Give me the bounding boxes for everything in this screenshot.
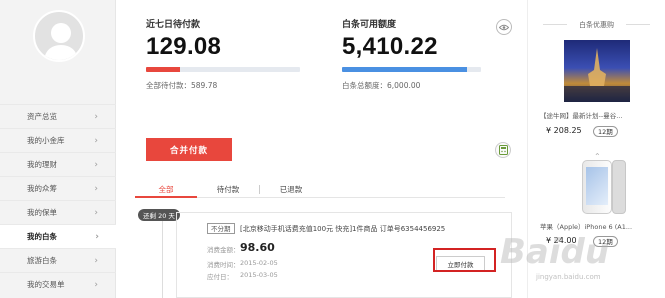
sidebar-item-label: 我的保单 [27,208,57,217]
avatar[interactable] [33,10,85,62]
order-card: 不分期 [北京移动手机话费充值100元 快充]1件商品 订单号635445692… [176,212,512,298]
calculator-icon[interactable] [495,142,511,158]
due-label: 应付日： [207,273,233,281]
sidebar-item-label: 旅游白条 [27,256,57,265]
sidebar-nav: 资产总览 › 我的小金库 › 我的理财 › 我的众筹 › 我的保单 › 我的白条 › 旅游白… [0,104,117,296]
sidebar-item-vault[interactable]: 我的小金库 › [0,128,116,152]
chevron-right-icon: › [94,207,98,218]
pending-progress-bar [146,67,300,72]
tab-all[interactable]: 全部 [135,180,197,198]
due-date: 2015-03-05 [240,271,278,279]
baidu-watermark: Baidu [500,232,610,272]
credit-summary: 白条可用额度 5,410.22 [342,17,438,61]
product-image-iphone-side [612,160,626,214]
chevron-right-icon: › [94,255,98,266]
merge-pay-button[interactable]: 合并付款 [146,138,232,161]
sidebar-item-crowdfunding[interactable]: 我的众筹 › [0,176,116,200]
product-title[interactable]: 苹果（Apple）iPhone 6 (A1... [540,221,660,231]
chevron-right-icon: › [94,135,98,146]
sidebar-item-finance[interactable]: 我的理财 › [0,152,116,176]
pending-payment-value: 129.08 [146,33,222,60]
credit-value: 5,410.22 [342,33,438,60]
product-image-iphone[interactable] [582,160,612,214]
total-pending-text: 全部待付款：589.78 [146,81,218,90]
chevron-right-icon: › [94,183,98,194]
pay-now-button[interactable]: 立即付款 [436,256,485,271]
sidebar-item-label: 我的理财 [27,160,57,169]
product-price: ¥ 208.25 [546,126,582,135]
credit-label: 白条可用额度 [342,20,397,30]
order-description[interactable]: [北京移动手机话费充值100元 快充]1件商品 订单号6354456925 [240,224,445,234]
sidebar: 资产总览 › 我的小金库 › 我的理财 › 我的众筹 › 我的保单 › 我的白条 › 旅游白… [0,0,117,298]
pending-payment-label: 近七日待付款 [146,20,201,30]
credit-progress-fill [342,67,468,72]
days-left-badge: 还剩 20 天 [138,209,180,221]
product-title[interactable]: 【途牛网】最新计划--曼谷... [540,110,660,120]
timeline-line [162,218,163,298]
sidebar-item-baitiao[interactable]: 我的白条 › [0,224,117,248]
chevron-right-icon: › [94,159,98,170]
user-silhouette-icon [43,23,79,60]
sidebar-item-label: 我的小金库 [27,136,65,145]
pending-payment-summary: 近七日待付款 129.08 [146,17,221,61]
sidebar-item-travel-baitiao[interactable]: 旅游白条 › [0,248,116,272]
sidebar-item-policy[interactable]: 我的保单 › [0,200,116,224]
eye-icon[interactable] [496,19,512,35]
promo-title: 白条优惠购 [528,20,665,30]
sidebar-item-label: 我的白条 [27,232,57,241]
chevron-right-icon: › [94,279,98,290]
tab-refunded[interactable]: 已退款 [260,180,322,197]
installment-period-badge: 12期 [593,126,618,137]
main-content: 近七日待付款 129.08 全部待付款：589.78 白条可用额度 5,410.… [116,0,526,298]
sidebar-item-label: 资产总览 [27,112,57,121]
total-credit-text: 白条总额度：6,000.00 [342,81,421,90]
tab-pending[interactable]: 待付款 [197,180,259,197]
credit-progress-bar [342,67,481,72]
order-tabs: 全部 待付款 已退款 [135,180,505,198]
installment-tag: 不分期 [207,223,235,234]
order-time: 2015-02-05 [240,259,278,267]
amount-label: 消费金额： [207,246,240,254]
sidebar-item-label: 我的交易单 [27,280,65,289]
sidebar-item-label: 我的众筹 [27,184,57,193]
time-label: 消费时间： [207,261,240,269]
chevron-right-icon: › [95,231,99,242]
sidebar-item-transactions[interactable]: 我的交易单 › [0,272,116,296]
product-image-bangkok[interactable] [564,40,630,102]
watermark-url: jingyan.baidu.com [536,273,601,281]
sidebar-item-asset-overview[interactable]: 资产总览 › [0,104,116,128]
order-amount: 98.60 [240,241,275,254]
pending-progress-fill [146,67,180,72]
chevron-right-icon: › [94,111,98,122]
